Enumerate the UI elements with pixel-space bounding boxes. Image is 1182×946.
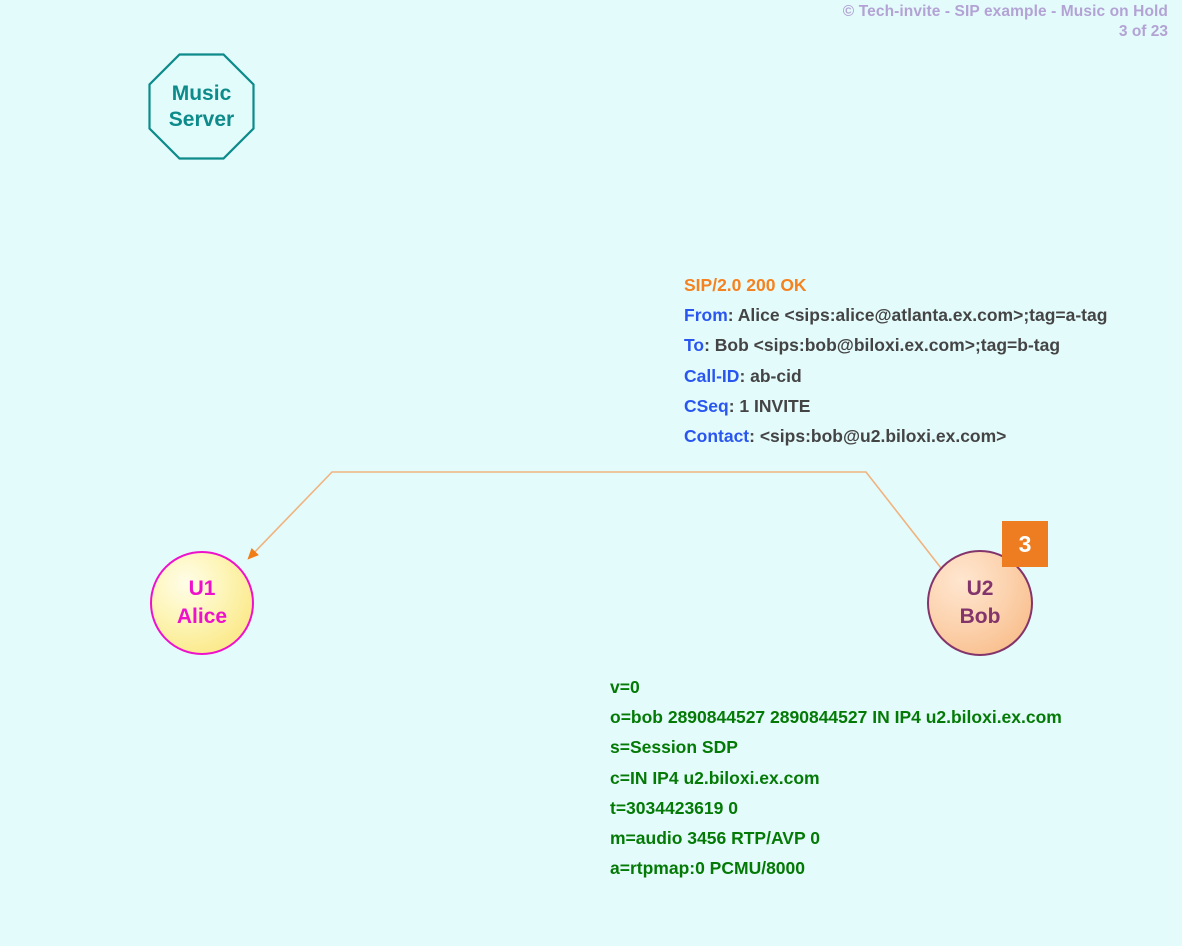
sdp-body-block: v=0 o=bob 2890844527 2890844527 IN IP4 u… xyxy=(610,672,1062,883)
sip-header-call-id-value: : ab-cid xyxy=(739,365,802,386)
sip-header-cseq-value: : 1 INVITE xyxy=(728,395,811,416)
step-number-badge: 3 xyxy=(1002,521,1048,567)
node-u2-line2: Bob xyxy=(959,605,1001,628)
sip-header-to-value: : Bob <sips:bob@biloxi.ex.com>;tag=b-tag xyxy=(704,335,1061,356)
sip-header-to: To: Bob <sips:bob@biloxi.ex.com>;tag=b-t… xyxy=(684,330,1107,360)
sip-message-block: SIP/2.0 200 OK From: Alice <sips:alice@a… xyxy=(684,270,1107,451)
sip-header-call-id: Call-ID: ab-cid xyxy=(684,361,1107,391)
sip-header-contact-name: Contact xyxy=(684,426,750,447)
sip-header-to-name: To xyxy=(684,335,705,356)
sip-header-contact-value: : <sips:bob@u2.biloxi.ex.com> xyxy=(749,426,1007,447)
node-music-server[interactable]: Music Server xyxy=(148,53,255,160)
sip-header-cseq-name: CSeq xyxy=(684,395,729,416)
sip-header-cseq: CSeq: 1 INVITE xyxy=(684,391,1107,421)
sdp-line-a: a=rtpmap:0 PCMU/8000 xyxy=(610,858,806,879)
page-indicator: 3 of 23 xyxy=(1118,23,1168,40)
sdp-line-v: v=0 xyxy=(610,677,640,697)
sip-header-from-name: From xyxy=(684,305,728,326)
sip-header-from-value: : Alice <sips:alice@atlanta.ex.com>;tag=… xyxy=(727,305,1108,326)
sdp-line-m: m=audio 3456 RTP/AVP 0 xyxy=(610,828,820,849)
copyright-text: © Tech-invite - SIP example - Music on H… xyxy=(842,3,1168,20)
node-u1-line1: U1 xyxy=(188,577,216,600)
sip-header-call-id-name: Call-ID xyxy=(684,365,740,386)
sdp-line-t: t=3034423619 0 xyxy=(610,797,738,818)
sip-flow-diagram: © Tech-invite - SIP example - Music on H… xyxy=(0,0,1182,946)
octagon-shape xyxy=(148,53,255,160)
sip-header-contact: Contact: <sips:bob@u2.biloxi.ex.com> xyxy=(684,421,1107,451)
sdp-line-o: o=bob 2890844527 2890844527 IN IP4 u2.bi… xyxy=(610,707,1062,728)
sip-start-line: SIP/2.0 200 OK xyxy=(684,275,807,295)
node-u1-alice[interactable]: U1 Alice xyxy=(150,551,254,655)
sdp-line-s: s=Session SDP xyxy=(610,737,738,758)
node-u1-line2: Alice xyxy=(176,605,228,628)
sdp-line-c: c=IN IP4 u2.biloxi.ex.com xyxy=(610,767,820,788)
sip-header-from: From: Alice <sips:alice@atlanta.ex.com>;… xyxy=(684,300,1107,330)
copyright-block: © Tech-invite - SIP example - Music on H… xyxy=(843,2,1168,42)
node-u2-line1: U2 xyxy=(966,577,994,600)
